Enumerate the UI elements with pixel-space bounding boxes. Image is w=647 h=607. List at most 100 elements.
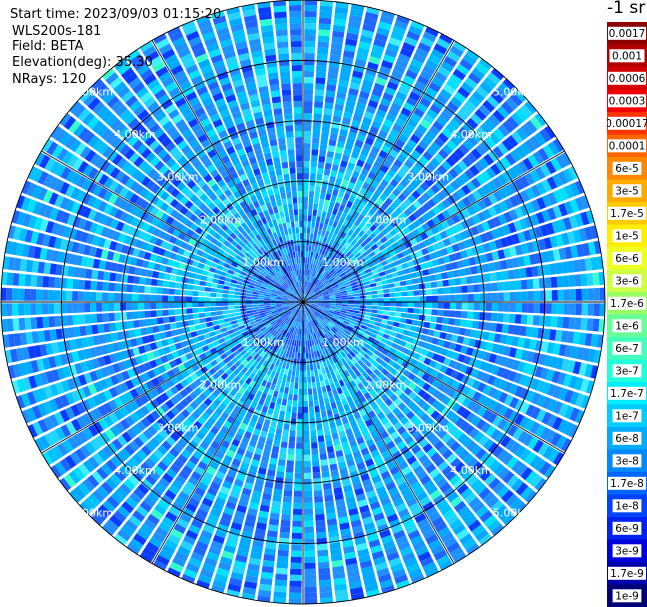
- ray-segment: [370, 313, 377, 318]
- ray-segment: [90, 280, 97, 291]
- ray-segment: [353, 304, 360, 308]
- ray-segment: [531, 266, 539, 277]
- ray-segment: [304, 334, 307, 341]
- ray-segment: [318, 222, 324, 230]
- ray-segment: [389, 307, 396, 312]
- ray-segment: [312, 472, 321, 479]
- ray-segment: [216, 288, 223, 294]
- ray-segment: [298, 394, 303, 401]
- ray-segment: [269, 457, 278, 465]
- ray-segment: [385, 324, 393, 331]
- ray-segment: [297, 406, 303, 413]
- ray-segment: [223, 281, 231, 287]
- ray-segment: [365, 298, 372, 302]
- ray-segment: [389, 311, 396, 317]
- ray-segment: [90, 313, 97, 324]
- ray-segment: [216, 297, 223, 302]
- ray-segment: [526, 314, 534, 325]
- ray-segment: [310, 173, 316, 180]
- ray-segment: [435, 273, 443, 281]
- ray-segment: [371, 302, 378, 306]
- ray-segment: [520, 279, 528, 290]
- ray-segment: [568, 274, 576, 287]
- ray-segment: [199, 318, 207, 324]
- ray-segment: [429, 322, 437, 330]
- ray-segment: [210, 302, 217, 307]
- ray-segment: [193, 279, 201, 286]
- ray-segment: [413, 308, 420, 314]
- ray-segment: [383, 302, 390, 307]
- ray-segment: [309, 418, 316, 425]
- ray-segment: [217, 284, 224, 289]
- ray-segment: [320, 217, 326, 224]
- ray-segment: [24, 303, 31, 316]
- ray-segment: [347, 302, 354, 305]
- ray-segment: [315, 185, 321, 193]
- ray-segment: [563, 303, 570, 315]
- ray-segment: [316, 362, 321, 370]
- ray-segment: [407, 296, 414, 302]
- ray-segment: [449, 310, 456, 318]
- ray-segment: [443, 295, 450, 302]
- ray-segment: [389, 297, 396, 302]
- ray-segment: [193, 318, 201, 325]
- ray-segment: [551, 289, 558, 301]
- ray-segment: [311, 143, 319, 150]
- ray-segment: [108, 282, 115, 292]
- ray-segment: [290, 424, 296, 431]
- ray-segment: [30, 303, 37, 315]
- ray-segment: [569, 289, 576, 301]
- ray-segment: [285, 411, 291, 419]
- ray-segment: [365, 308, 372, 313]
- ray-segment: [371, 290, 378, 295]
- ray-segment: [430, 281, 438, 288]
- ray-segment: [303, 400, 308, 407]
- ray-segment: [309, 412, 315, 419]
- ray-segment: [192, 285, 200, 291]
- ray-segment: [97, 270, 105, 280]
- ray-segment: [174, 315, 182, 322]
- ray-segment: [431, 309, 438, 316]
- ray-segment: [418, 283, 426, 290]
- ray-segment: [336, 300, 342, 302]
- ray-segment: [275, 428, 283, 436]
- ray-segment: [85, 325, 93, 336]
- ray-segment: [326, 84, 337, 92]
- ray-segment: [353, 307, 360, 311]
- ray-segment: [174, 289, 181, 295]
- ray-segment: [592, 272, 600, 286]
- ray-segment: [371, 309, 378, 314]
- ray-segment: [314, 191, 320, 199]
- ray-segment: [258, 306, 265, 309]
- ray-segment: [424, 315, 432, 322]
- ray-segment: [175, 321, 183, 329]
- ray-segment: [586, 273, 594, 286]
- ray-segment: [323, 168, 331, 176]
- ray-segment: [292, 508, 302, 515]
- ray-segment: [168, 302, 175, 309]
- ray-segment: [272, 390, 279, 398]
- ray-segment: [341, 304, 348, 307]
- ray-segment: [314, 95, 324, 102]
- ray-segment: [556, 276, 564, 288]
- ray-segment: [282, 393, 288, 400]
- ray-segment: [289, 363, 293, 371]
- ray-segment: [24, 274, 32, 287]
- ray-segment: [304, 35, 316, 42]
- ray-segment: [329, 200, 335, 208]
- ray-segment: [278, 543, 290, 551]
- ray-segment: [592, 318, 600, 332]
- ray-segment: [146, 326, 154, 335]
- ray-segment: [399, 318, 407, 324]
- ray-segment: [315, 519, 326, 527]
- ray-segment: [138, 302, 145, 310]
- ray-segment: [198, 297, 205, 302]
- ray-segment: [6, 272, 14, 286]
- ray-segment: [545, 303, 552, 314]
- ray-segment: [479, 293, 486, 302]
- ray-segment: [369, 316, 377, 322]
- ray-segment: [304, 71, 314, 78]
- ray-segment: [218, 319, 225, 325]
- ray-segment: [371, 294, 378, 299]
- ray-segment: [407, 302, 414, 308]
